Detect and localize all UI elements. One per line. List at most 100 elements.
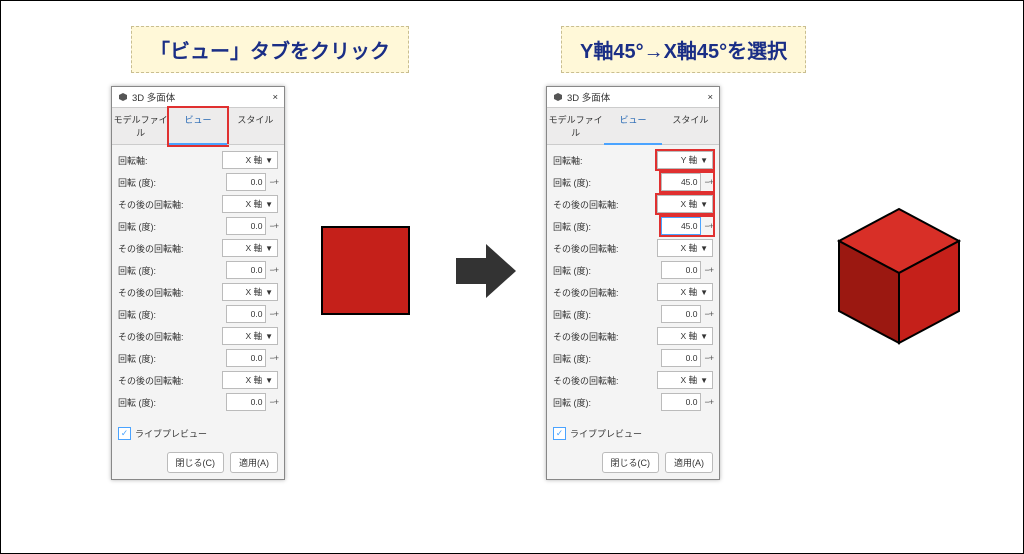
spinner-icon[interactable]: −+ — [269, 221, 278, 231]
input-deg-1[interactable]: 0.0 — [226, 173, 266, 191]
label-live-preview: ライブプレビュー — [570, 427, 642, 440]
label-axis: 回転軸: — [118, 154, 148, 167]
checkbox-live-preview[interactable]: ✓ — [553, 427, 566, 440]
callout-click-view-tab: 「ビュー」タブをクリック — [131, 26, 409, 73]
label-axis: その後の回転軸: — [553, 286, 619, 299]
dialog-3d-polyhedron-left: 3D 多面体 × モデルファイル ビュー スタイル 回転軸: X 軸▼ 回転 (度… — [111, 86, 285, 480]
dialog-close-button[interactable]: × — [272, 92, 278, 103]
chevron-down-icon: ▼ — [265, 288, 273, 297]
input-deg-5[interactable]: 0.0 — [661, 349, 701, 367]
label-deg: 回転 (度): — [553, 176, 591, 189]
preview-cube-after — [829, 201, 969, 351]
checkbox-live-preview[interactable]: ✓ — [118, 427, 131, 440]
spinner-icon[interactable]: −+ — [704, 309, 713, 319]
label-axis: その後の回転軸: — [553, 198, 619, 211]
dropdown-axis-2[interactable]: X 軸▼ — [222, 195, 278, 213]
chevron-down-icon: ▼ — [265, 156, 273, 165]
input-deg-2[interactable]: 0.0 — [226, 217, 266, 235]
dropdown-axis-3[interactable]: X 軸▼ — [657, 239, 713, 257]
dialog-3d-polyhedron-right: 3D 多面体 × モデルファイル ビュー スタイル 回転軸: Y 軸▼ 回転 (度… — [546, 86, 720, 480]
label-live-preview: ライブプレビュー — [135, 427, 207, 440]
input-deg-5[interactable]: 0.0 — [226, 349, 266, 367]
dropdown-axis-5[interactable]: X 軸▼ — [222, 327, 278, 345]
app-icon — [553, 92, 563, 102]
chevron-down-icon: ▼ — [700, 332, 708, 341]
input-deg-6[interactable]: 0.0 — [226, 393, 266, 411]
label-deg: 回転 (度): — [553, 396, 591, 409]
dialog-body: 回転軸:Y 軸▼ 回転 (度):45.0−+ その後の回転軸:X 軸▼ 回転 (… — [547, 145, 719, 419]
spinner-icon[interactable]: −+ — [269, 397, 278, 407]
tab-view[interactable]: ビュー — [169, 108, 226, 145]
input-deg-3[interactable]: 0.0 — [661, 261, 701, 279]
chevron-down-icon: ▼ — [700, 288, 708, 297]
chevron-down-icon: ▼ — [265, 376, 273, 385]
dropdown-axis-6[interactable]: X 軸▼ — [657, 371, 713, 389]
label-deg: 回転 (度): — [553, 264, 591, 277]
live-preview-row: ✓ ライブプレビュー — [547, 419, 719, 446]
chevron-down-icon: ▼ — [265, 332, 273, 341]
label-axis: その後の回転軸: — [553, 330, 619, 343]
dropdown-axis-2[interactable]: X 軸▼ — [657, 195, 713, 213]
input-deg-1[interactable]: 45.0 — [661, 173, 701, 191]
spinner-icon[interactable]: −+ — [269, 353, 278, 363]
tab-style[interactable]: スタイル — [227, 108, 284, 145]
dialog-title: 3D 多面体 — [567, 90, 707, 104]
tab-style[interactable]: スタイル — [662, 108, 719, 145]
dropdown-axis-4[interactable]: X 軸▼ — [657, 283, 713, 301]
chevron-down-icon: ▼ — [700, 376, 708, 385]
dialog-body: 回転軸:X 軸▼ 回転 (度):0.0−+ その後の回転軸:X 軸▼ 回転 (度… — [112, 145, 284, 419]
label-deg: 回転 (度): — [118, 396, 156, 409]
dialog-buttons: 閉じる(C) 適用(A) — [547, 446, 719, 479]
label-deg: 回転 (度): — [118, 264, 156, 277]
dropdown-axis-6[interactable]: X 軸▼ — [222, 371, 278, 389]
input-deg-6[interactable]: 0.0 — [661, 393, 701, 411]
dialog-title: 3D 多面体 — [132, 90, 272, 104]
dropdown-axis-4[interactable]: X 軸▼ — [222, 283, 278, 301]
spinner-icon[interactable]: −+ — [704, 265, 713, 275]
tab-view[interactable]: ビュー — [604, 108, 661, 145]
live-preview-row: ✓ ライブプレビュー — [112, 419, 284, 446]
label-deg: 回転 (度): — [118, 352, 156, 365]
label-deg: 回転 (度): — [553, 352, 591, 365]
tab-model-file[interactable]: モデルファイル — [547, 108, 604, 145]
spinner-icon[interactable]: −+ — [704, 353, 713, 363]
spinner-icon[interactable]: −+ — [704, 221, 713, 231]
label-deg: 回転 (度): — [118, 308, 156, 321]
label-axis: その後の回転軸: — [553, 374, 619, 387]
spinner-icon[interactable]: −+ — [269, 309, 278, 319]
spinner-icon[interactable]: −+ — [704, 397, 713, 407]
chevron-down-icon: ▼ — [700, 244, 708, 253]
arrow-right-icon — [451, 236, 521, 306]
preview-square-before — [321, 226, 410, 315]
apply-button[interactable]: 適用(A) — [665, 452, 713, 473]
label-deg: 回転 (度): — [553, 308, 591, 321]
spinner-icon[interactable]: −+ — [704, 177, 713, 187]
callout-set-y45-x45: Y軸45°→X軸45°を選択 — [561, 26, 806, 73]
label-axis: その後の回転軸: — [553, 242, 619, 255]
spinner-icon[interactable]: −+ — [269, 265, 278, 275]
close-button[interactable]: 閉じる(C) — [602, 452, 660, 473]
apply-button[interactable]: 適用(A) — [230, 452, 278, 473]
input-deg-2[interactable]: 45.0 — [661, 217, 701, 235]
input-deg-3[interactable]: 0.0 — [226, 261, 266, 279]
chevron-down-icon: ▼ — [700, 200, 708, 209]
label-axis: その後の回転軸: — [118, 198, 184, 211]
dropdown-axis-1[interactable]: X 軸▼ — [222, 151, 278, 169]
label-axis: その後の回転軸: — [118, 286, 184, 299]
dropdown-axis-3[interactable]: X 軸▼ — [222, 239, 278, 257]
label-axis: 回転軸: — [553, 154, 583, 167]
dropdown-axis-1[interactable]: Y 軸▼ — [657, 151, 713, 169]
close-button[interactable]: 閉じる(C) — [167, 452, 225, 473]
chevron-down-icon: ▼ — [265, 244, 273, 253]
dropdown-axis-5[interactable]: X 軸▼ — [657, 327, 713, 345]
tab-model-file[interactable]: モデルファイル — [112, 108, 169, 145]
label-axis: その後の回転軸: — [118, 242, 184, 255]
label-axis: その後の回転軸: — [118, 374, 184, 387]
app-icon — [118, 92, 128, 102]
input-deg-4[interactable]: 0.0 — [226, 305, 266, 323]
input-deg-4[interactable]: 0.0 — [661, 305, 701, 323]
callout-text: Y軸45°→X軸45°を選択 — [580, 41, 787, 63]
chevron-down-icon: ▼ — [700, 156, 708, 165]
dialog-close-button[interactable]: × — [707, 92, 713, 103]
spinner-icon[interactable]: −+ — [269, 177, 278, 187]
